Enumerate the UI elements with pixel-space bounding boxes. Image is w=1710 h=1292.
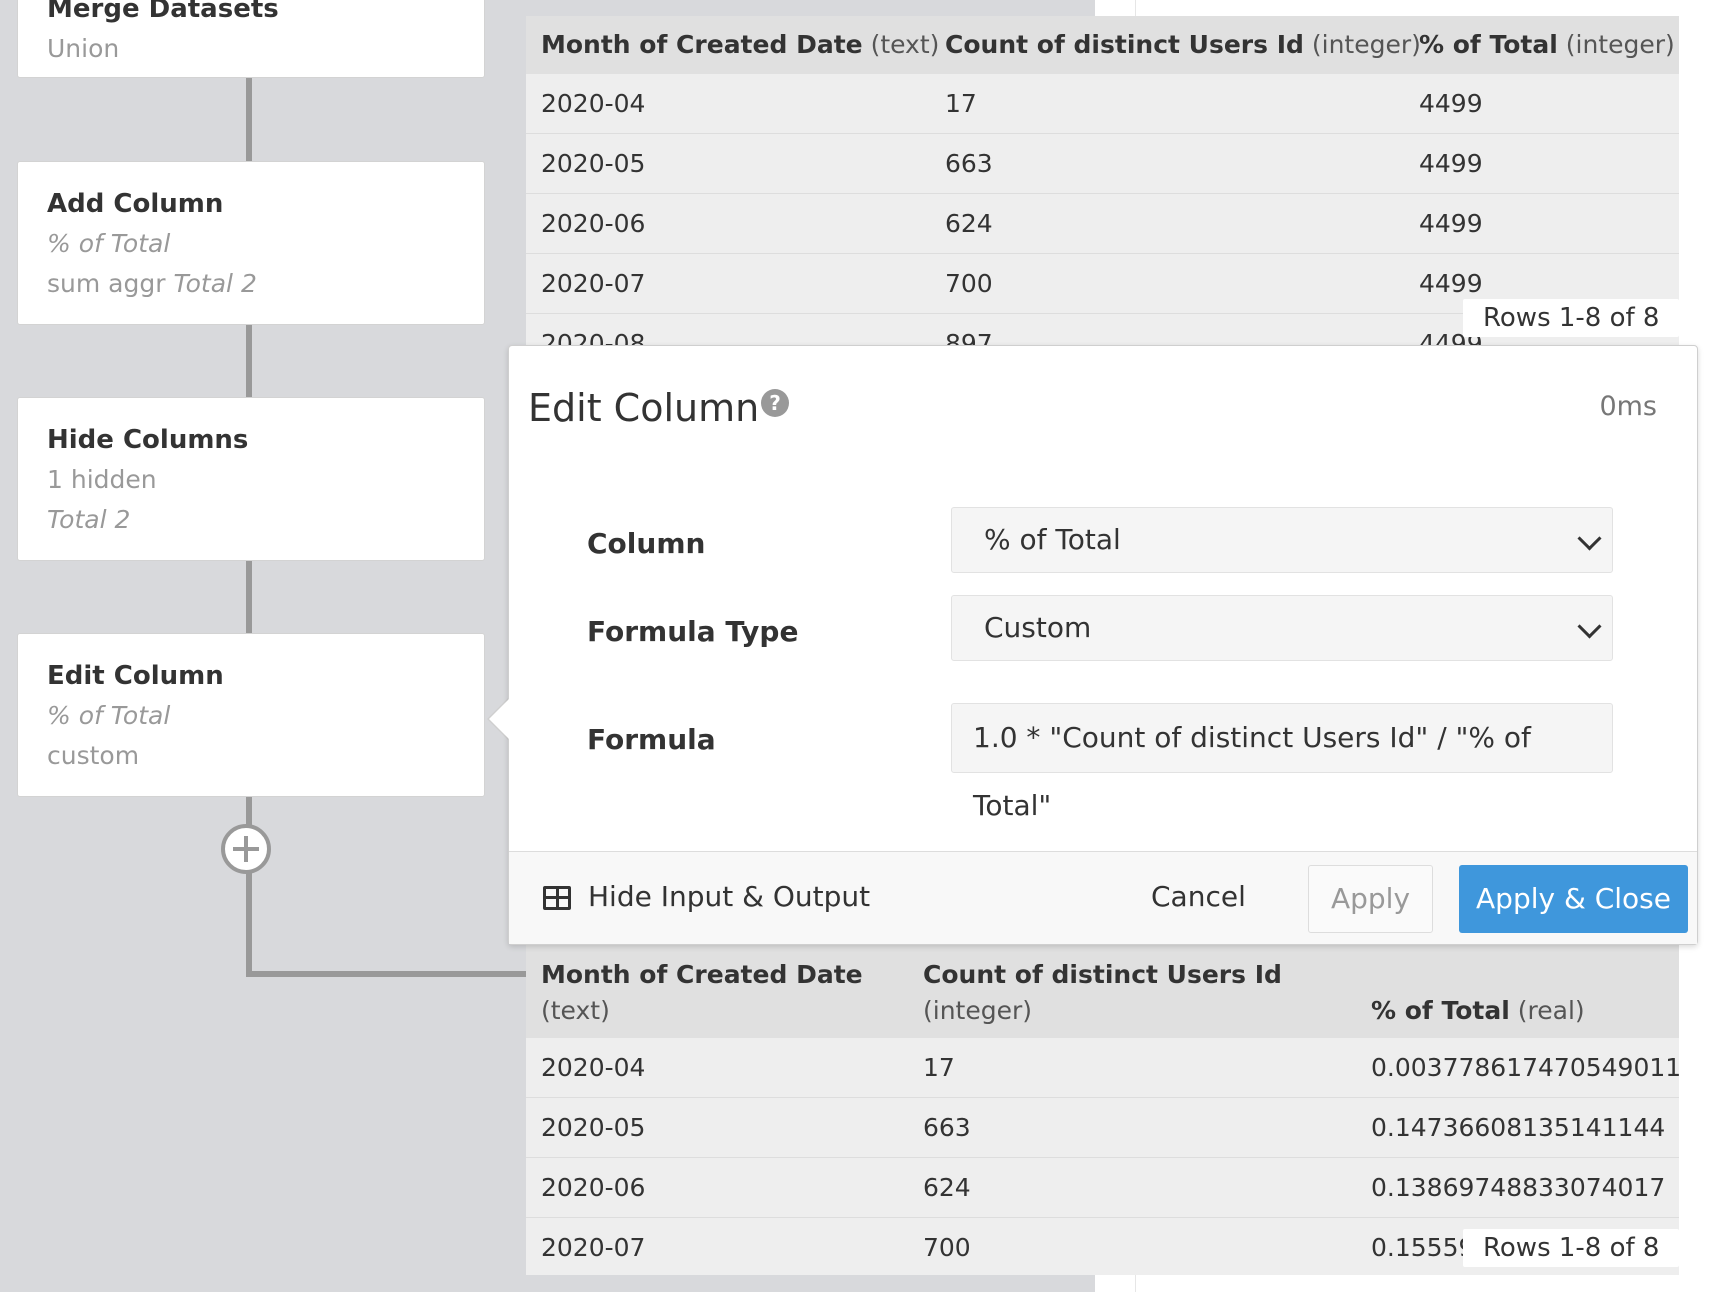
table-row: 2020-05 663 0.14736608135141144	[526, 1098, 1679, 1158]
step-detail: Union	[47, 34, 120, 63]
formula-type-label: Formula Type	[587, 615, 799, 648]
column-label: Column	[587, 527, 706, 560]
table-cell: 624	[923, 1173, 971, 1202]
formula-input[interactable]: 1.0 * "Count of distinct Users Id" / "% …	[951, 703, 1613, 822]
rows-count-badge: Rows 1-8 of 8	[1463, 1229, 1680, 1267]
step-detail: Total 2	[47, 505, 131, 534]
step-detail: % of Total	[47, 701, 171, 730]
table-row: 2020-04 17 4499	[526, 74, 1679, 134]
table-row: 2020-06 624 0.13869748833074017	[526, 1158, 1679, 1218]
table-cell: 2020-04	[541, 89, 646, 118]
column-header[interactable]: Count of distinct Users Id (integer)	[945, 30, 1421, 59]
table-row: 2020-06 624 4499	[526, 194, 1679, 254]
table-cell: 700	[923, 1233, 971, 1262]
step-detail: custom	[47, 741, 140, 770]
dialog-footer: Hide Input & Output Cancel Apply Apply &…	[509, 851, 1697, 944]
pipeline-connector	[246, 971, 528, 977]
column-header[interactable]: % of Total (real)	[1371, 993, 1585, 1029]
step-merge-datasets[interactable]: Merge Datasets Union	[17, 0, 485, 78]
step-edit-column[interactable]: Edit Column % of Total custom	[17, 633, 485, 797]
step-title: Add Column	[47, 189, 224, 219]
table-cell: 17	[945, 89, 977, 118]
help-icon[interactable]: ?	[761, 389, 789, 417]
step-title: Merge Datasets	[47, 0, 279, 24]
dialog-title: Edit Column	[528, 386, 760, 430]
add-step-button[interactable]	[221, 824, 271, 874]
step-title: Hide Columns	[47, 425, 249, 455]
table-cell: 663	[923, 1113, 971, 1142]
table-icon[interactable]	[543, 886, 571, 910]
popover-arrow-inner	[489, 699, 509, 739]
table-cell: 0.15559	[1371, 1233, 1475, 1262]
table-header: Month of Created Date (text) Count of dis…	[526, 945, 1679, 1038]
table-cell: 4499	[1419, 269, 1483, 298]
table-cell: 0.003778617470549011	[1371, 1053, 1679, 1082]
output-table: Month of Created Date (text) Count of dis…	[526, 945, 1679, 1275]
table-cell: 2020-07	[541, 1233, 646, 1262]
column-header[interactable]: Count of distinct Users Id (integer)	[923, 957, 1282, 1029]
column-select[interactable]: % of Total	[951, 507, 1613, 573]
step-title: Edit Column	[47, 661, 224, 691]
table-cell: 624	[945, 209, 993, 238]
table-header: Month of Created Date (text) Count of di…	[526, 16, 1679, 74]
pipeline-connector	[246, 870, 252, 974]
table-row: 2020-04 17 0.003778617470549011	[526, 1038, 1679, 1098]
step-detail: sum aggr Total 2	[47, 269, 257, 298]
table-cell: 0.13869748833074017	[1371, 1173, 1666, 1202]
apply-button[interactable]: Apply	[1308, 865, 1433, 933]
table-cell: 700	[945, 269, 993, 298]
table-cell: 4499	[1419, 89, 1483, 118]
step-detail: 1 hidden	[47, 465, 157, 494]
table-cell: 4499	[1419, 149, 1483, 178]
input-table: Month of Created Date (text) Count of di…	[526, 16, 1679, 345]
table-cell: 2020-07	[541, 269, 646, 298]
apply-close-button[interactable]: Apply & Close	[1459, 865, 1688, 933]
edit-column-dialog: Edit Column ? 0ms Column % of Total Form…	[508, 345, 1698, 945]
formula-label: Formula	[587, 723, 716, 756]
table-cell: 2020-05	[541, 1113, 646, 1142]
table-cell: 897	[945, 329, 993, 345]
table-cell: 2020-06	[541, 1173, 646, 1202]
chevron-down-icon	[1577, 614, 1602, 639]
column-header[interactable]: Month of Created Date (text)	[541, 30, 939, 59]
timing-readout: 0ms	[1599, 391, 1657, 422]
chevron-down-icon	[1577, 526, 1602, 551]
table-cell: 0.14736608135141144	[1371, 1113, 1666, 1142]
column-header[interactable]: Month of Created Date (text)	[541, 957, 863, 1029]
table-cell: 2020-04	[541, 1053, 646, 1082]
table-cell: 4499	[1419, 209, 1483, 238]
hide-input-output-toggle[interactable]: Hide Input & Output	[588, 880, 870, 913]
table-cell: 17	[923, 1053, 955, 1082]
formula-type-select[interactable]: Custom	[951, 595, 1613, 661]
step-hide-columns[interactable]: Hide Columns 1 hidden Total 2	[17, 397, 485, 561]
table-cell: 2020-06	[541, 209, 646, 238]
column-header[interactable]: % of Total (integer)	[1419, 30, 1675, 59]
table-cell: 2020-05	[541, 149, 646, 178]
table-cell: 2020-08	[541, 329, 646, 345]
cancel-button[interactable]: Cancel	[1151, 880, 1246, 913]
table-row: 2020-05 663 4499	[526, 134, 1679, 194]
rows-count-badge: Rows 1-8 of 8	[1463, 299, 1680, 337]
step-add-column[interactable]: Add Column % of Total sum aggr Total 2	[17, 161, 485, 325]
table-cell: 663	[945, 149, 993, 178]
step-detail: % of Total	[47, 229, 171, 258]
